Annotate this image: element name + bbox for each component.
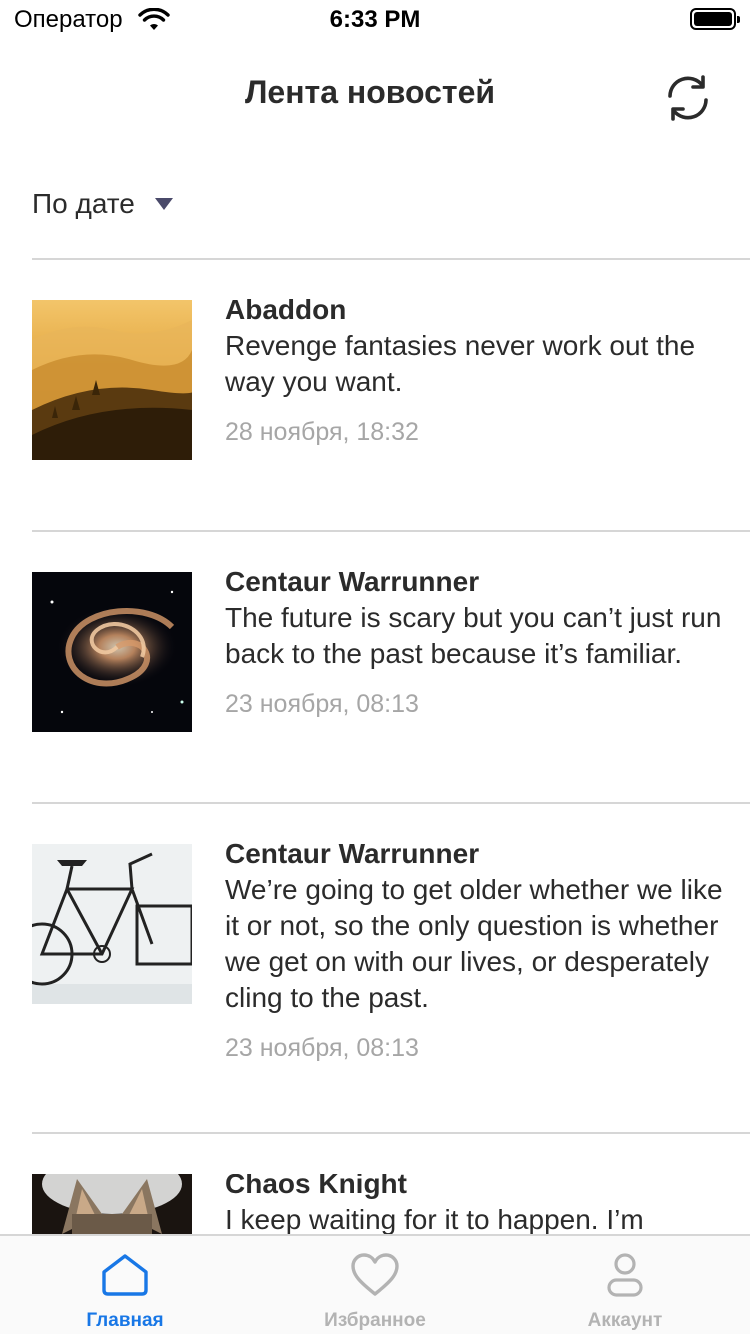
feed-item[interactable]: Centaur Warrunner The future is scary bu… <box>0 566 750 772</box>
post-date: 28 ноября, 18:32 <box>225 418 419 446</box>
divider <box>32 1132 750 1134</box>
page-title: Лента новостей <box>244 74 496 110</box>
sort-dropdown[interactable]: По дате <box>32 184 173 224</box>
post-date: 23 ноября, 08:13 <box>225 690 419 718</box>
post-text: We’re going to get older whether we like… <box>225 874 723 1013</box>
tab-bar: Главная Избранное Аккаунт <box>0 1234 750 1334</box>
post-text: I keep waiting for it to happen. I’m <box>225 1204 644 1234</box>
tab-favorites[interactable]: Избранное <box>250 1236 500 1334</box>
divider <box>32 530 750 532</box>
post-author: Chaos Knight <box>225 1174 407 1199</box>
post-author: Centaur Warrunner <box>225 566 480 597</box>
tab-label: Избранное <box>324 1310 426 1331</box>
tab-label: Аккаунт <box>587 1310 663 1331</box>
user-icon <box>607 1253 643 1297</box>
heart-icon <box>351 1253 399 1296</box>
feed-item[interactable]: Centaur Warrunner We’re going to get old… <box>0 838 750 1104</box>
status-bar: Оператор 6:33 PM <box>0 0 750 40</box>
post-image <box>32 844 192 1004</box>
post-image <box>32 572 192 732</box>
refresh-button[interactable] <box>662 72 714 124</box>
post-author: Abaddon <box>225 294 347 325</box>
sort-label: По дате <box>32 188 135 219</box>
clock: 6:33 PM <box>329 6 421 33</box>
post-text: Revenge fantasies never work out the way… <box>225 330 696 397</box>
post-date: 23 ноября, 08:13 <box>225 1034 419 1062</box>
feed-item[interactable]: Chaos Knight I keep waiting for it to ha… <box>0 1174 750 1234</box>
post-author: Centaur Warrunner <box>225 838 480 869</box>
post-image <box>32 1174 192 1234</box>
battery-icon <box>690 8 740 30</box>
feed-item[interactable]: Abaddon Revenge fantasies never work out… <box>0 294 750 500</box>
post-text: The future is scary but you can’t just r… <box>225 602 722 669</box>
home-icon <box>102 1254 148 1296</box>
refresh-icon <box>668 75 708 121</box>
tab-label: Главная <box>86 1310 164 1331</box>
tab-account[interactable]: Аккаунт <box>500 1236 750 1334</box>
caret-down-icon <box>154 198 173 210</box>
post-image <box>32 300 192 460</box>
divider <box>32 802 750 804</box>
divider <box>32 258 750 260</box>
tab-home[interactable]: Главная <box>0 1236 250 1334</box>
